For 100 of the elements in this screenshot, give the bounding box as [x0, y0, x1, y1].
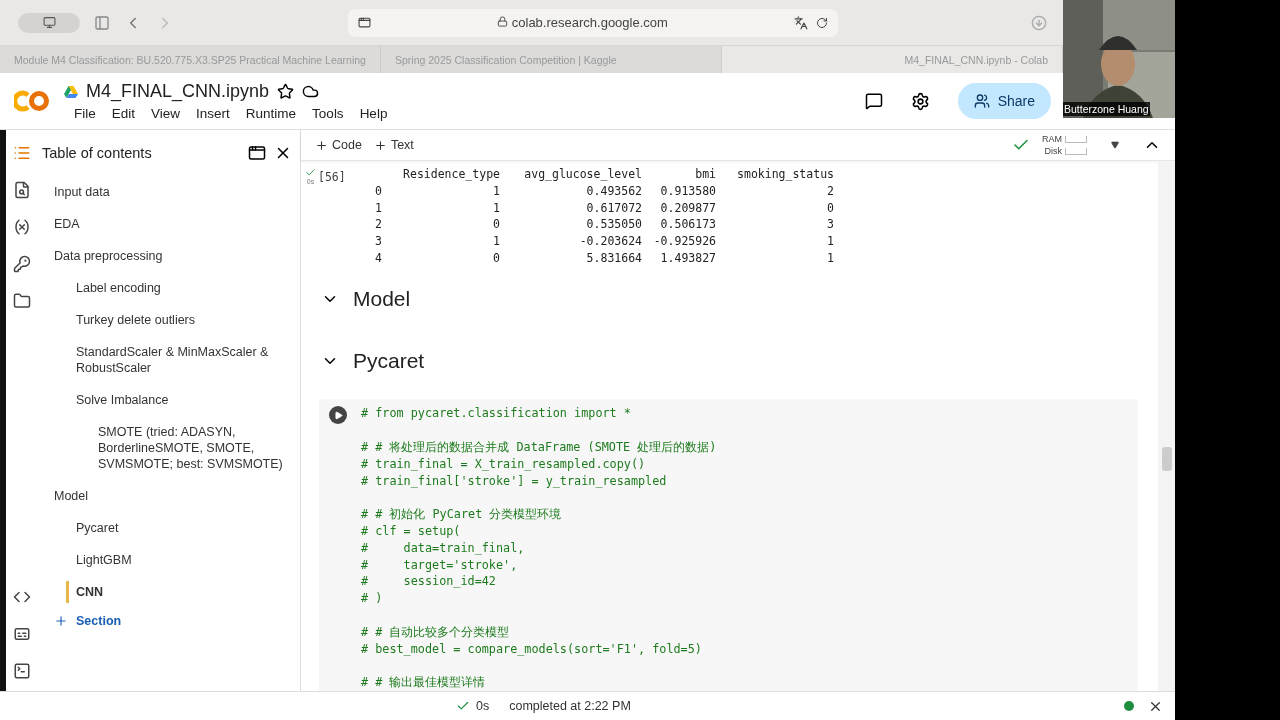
sidebar-icon[interactable]	[94, 14, 110, 31]
scrollbar-thumb[interactable]	[1161, 447, 1172, 471]
toc-item[interactable]: SMOTE (tried: ADASYN, BorderlineSMOTE, SMOTE, SVMSMOTE; best: SVMSMOTE)	[38, 416, 300, 480]
participant-name: Butterzone Huang	[1063, 102, 1150, 116]
add-code-button[interactable]: Code	[315, 138, 362, 152]
execution-count: [56]	[318, 170, 346, 186]
keyboard-icon[interactable]	[13, 625, 31, 643]
comment-icon[interactable]	[864, 92, 883, 110]
table-cell-text: -0.925926	[652, 234, 716, 251]
window-icon[interactable]	[248, 144, 266, 162]
code-line: # data=train_final,	[361, 539, 526, 557]
menu-item[interactable]: Tools	[312, 106, 344, 121]
share-button[interactable]: Share	[957, 83, 1051, 119]
folder-icon[interactable]	[13, 292, 31, 310]
play-icon	[333, 410, 343, 420]
table-cell-text: 1	[492, 200, 500, 217]
menu-item[interactable]: Help	[359, 106, 388, 121]
plus-icon	[54, 614, 68, 628]
toc-item[interactable]: Pycaret	[38, 512, 300, 544]
translate-icon[interactable]	[794, 15, 808, 30]
add-text-button[interactable]: Text	[373, 138, 414, 152]
menu-item[interactable]: File	[74, 106, 96, 121]
address-bar[interactable]: colab.research.google.com	[348, 8, 838, 37]
code-line: # # 初始化 PyCaret 分类模型环境	[361, 506, 563, 523]
check-icon	[305, 167, 316, 178]
toc-item[interactable]: Turkey delete outliers	[38, 304, 300, 336]
caret-icon[interactable]	[1111, 141, 1119, 149]
toc-item[interactable]: StandardScaler & MinMaxScaler & RobustScaler	[38, 336, 300, 384]
toc-item[interactable]: CNN	[38, 576, 300, 608]
table-cell-text: 0.913580	[659, 183, 716, 200]
table-cell-text: 0	[492, 251, 500, 268]
row-index: 1	[375, 200, 383, 217]
menu-item[interactable]: Runtime	[245, 106, 297, 121]
drive-icon	[64, 85, 78, 98]
check-icon	[456, 699, 470, 713]
table-cell-text: 2	[826, 183, 834, 200]
list-icon[interactable]	[13, 144, 31, 162]
code-line: # from pycaret.classification import *	[361, 405, 632, 423]
table-cell-text: 5.831664	[585, 251, 642, 268]
code-line: # best_model = compare_models(sort='F1', fold=5)	[361, 640, 703, 658]
reload-icon[interactable]	[816, 16, 828, 29]
page-icon	[358, 16, 371, 29]
plus-icon	[373, 138, 387, 152]
table-cell-text: 0.617072	[585, 200, 642, 217]
section-heading: Pycaret	[353, 348, 425, 373]
settings-icon[interactable]	[910, 91, 930, 111]
menu-item[interactable]: Edit	[111, 106, 136, 121]
variable-icon[interactable]	[13, 218, 31, 236]
run-time: 0s	[476, 699, 490, 713]
menu-item[interactable]: Insert	[196, 106, 230, 121]
toc-item[interactable]: Model	[38, 480, 300, 512]
terminal-icon[interactable]	[13, 662, 31, 680]
search-icon[interactable]	[13, 181, 31, 199]
table-cell-text: -0.203624	[578, 234, 642, 251]
table-cell-text: 0	[492, 217, 500, 234]
code-line: # # 输出最佳模型详情	[361, 674, 487, 691]
panel-title: Table of contents	[42, 145, 153, 161]
plus-icon	[315, 138, 328, 152]
code-line: # # 自动比较多个分类模型	[361, 623, 511, 641]
column-header: avg_glucose_level	[523, 167, 642, 183]
row-index: 0	[375, 183, 383, 200]
lock-icon	[497, 16, 509, 27]
table-cell-text: 0	[826, 200, 834, 217]
toc-item[interactable]: LightGBM	[38, 544, 300, 576]
sidebar-toggle[interactable]	[18, 12, 80, 33]
code-line: # # 将处理后的数据合并成 DataFrame (SMOTE 处理后的数据)	[361, 439, 717, 456]
people-icon	[973, 93, 990, 109]
cloud-icon	[302, 83, 320, 100]
code-line: # target='stroke',	[361, 556, 519, 574]
code-line: # )	[361, 590, 384, 607]
run-button[interactable]	[329, 406, 347, 425]
column-header: smoking_status	[736, 167, 834, 183]
colab-logo	[14, 90, 50, 112]
table-cell-text: 1.493827	[659, 251, 716, 268]
add-section-button[interactable]: Section	[38, 608, 300, 634]
table-cell-text: 1	[492, 183, 500, 200]
section-heading: Model	[353, 286, 411, 311]
code-line: # session_id=42	[361, 573, 497, 591]
row-index: 4	[375, 251, 383, 268]
toc-item[interactable]: Label encoding	[38, 272, 300, 304]
toc-item[interactable]: EDA	[38, 208, 300, 240]
key-icon[interactable]	[13, 255, 31, 273]
code-line: # train_final['stroke'] = y_train_resampled	[361, 472, 668, 490]
row-index: 2	[375, 217, 383, 234]
code-line: # clf = setup(	[361, 523, 462, 540]
notebook-title[interactable]: M4_FINAL_CNN.ipynb	[86, 81, 270, 102]
star-icon[interactable]	[277, 83, 295, 100]
toc-item[interactable]: Solve Imbalance	[38, 384, 300, 416]
status-message: completed at 2:22 PM	[509, 699, 632, 713]
menu-item[interactable]: View	[151, 106, 181, 121]
toc-item[interactable]: Data preprocessing	[38, 240, 300, 272]
resource-meter[interactable]: RAM Disk	[1042, 133, 1087, 157]
table-cell-text: 0.535050	[585, 217, 642, 234]
table-cell-text: 1	[826, 234, 834, 251]
table-cell-text: 1	[492, 234, 500, 251]
monitor-icon	[42, 16, 56, 29]
table-cell-text: 0.493562	[585, 183, 642, 200]
table-cell-text: 0.209877	[659, 200, 716, 217]
table-cell-text: 0.506173	[659, 217, 716, 234]
toc-item[interactable]: Input data	[38, 176, 300, 208]
